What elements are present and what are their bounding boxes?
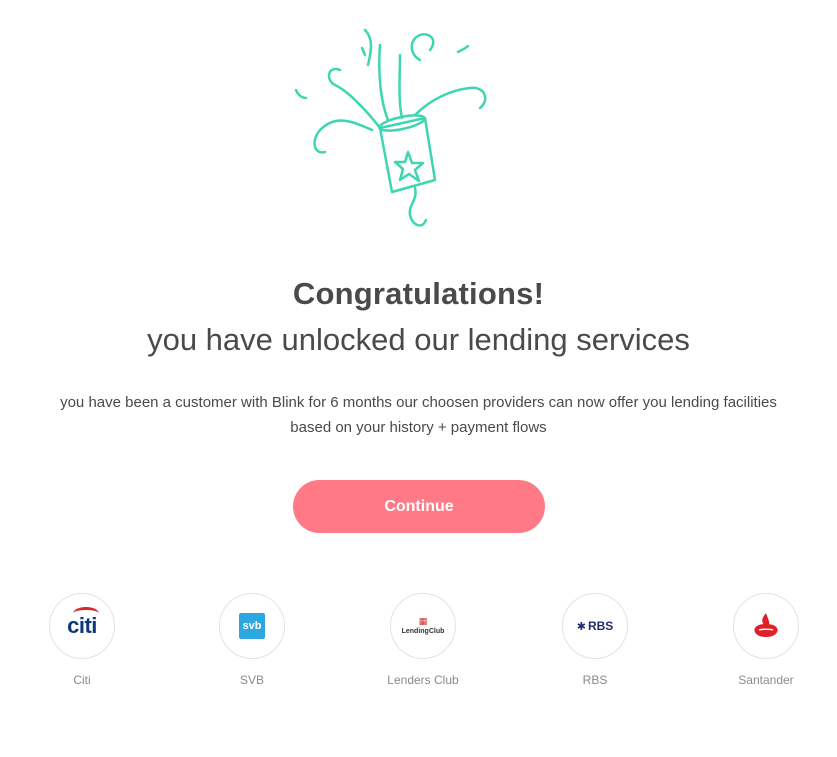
rbs-logo: ✱ RBS: [562, 593, 628, 659]
provider-santander[interactable]: Santander: [716, 593, 816, 687]
provider-name: SVB: [239, 673, 264, 687]
svb-logo: svb: [219, 593, 285, 659]
provider-svb[interactable]: svb SVB: [202, 593, 302, 687]
lendingclub-logo: ▦ LendingClub: [390, 593, 456, 659]
provider-lenders-club[interactable]: ▦ LendingClub Lenders Club: [373, 593, 473, 687]
page-title: Congratulations!: [292, 276, 545, 311]
citi-logo: citi: [49, 593, 115, 659]
description-text: you have been a customer with Blink for …: [60, 394, 777, 436]
provider-citi[interactable]: citi Citi: [32, 593, 132, 687]
continue-button[interactable]: Continue: [293, 480, 545, 533]
santander-logo: [733, 593, 799, 659]
provider-name: Santander: [738, 673, 794, 687]
provider-name: Lenders Club: [387, 673, 459, 687]
provider-name: RBS: [582, 673, 608, 687]
party-popper-icon: [280, 20, 510, 245]
provider-rbs[interactable]: ✱ RBS RBS: [545, 593, 645, 687]
provider-name: Citi: [73, 673, 91, 687]
page-subtitle: you have unlocked our lending services: [147, 322, 690, 357]
